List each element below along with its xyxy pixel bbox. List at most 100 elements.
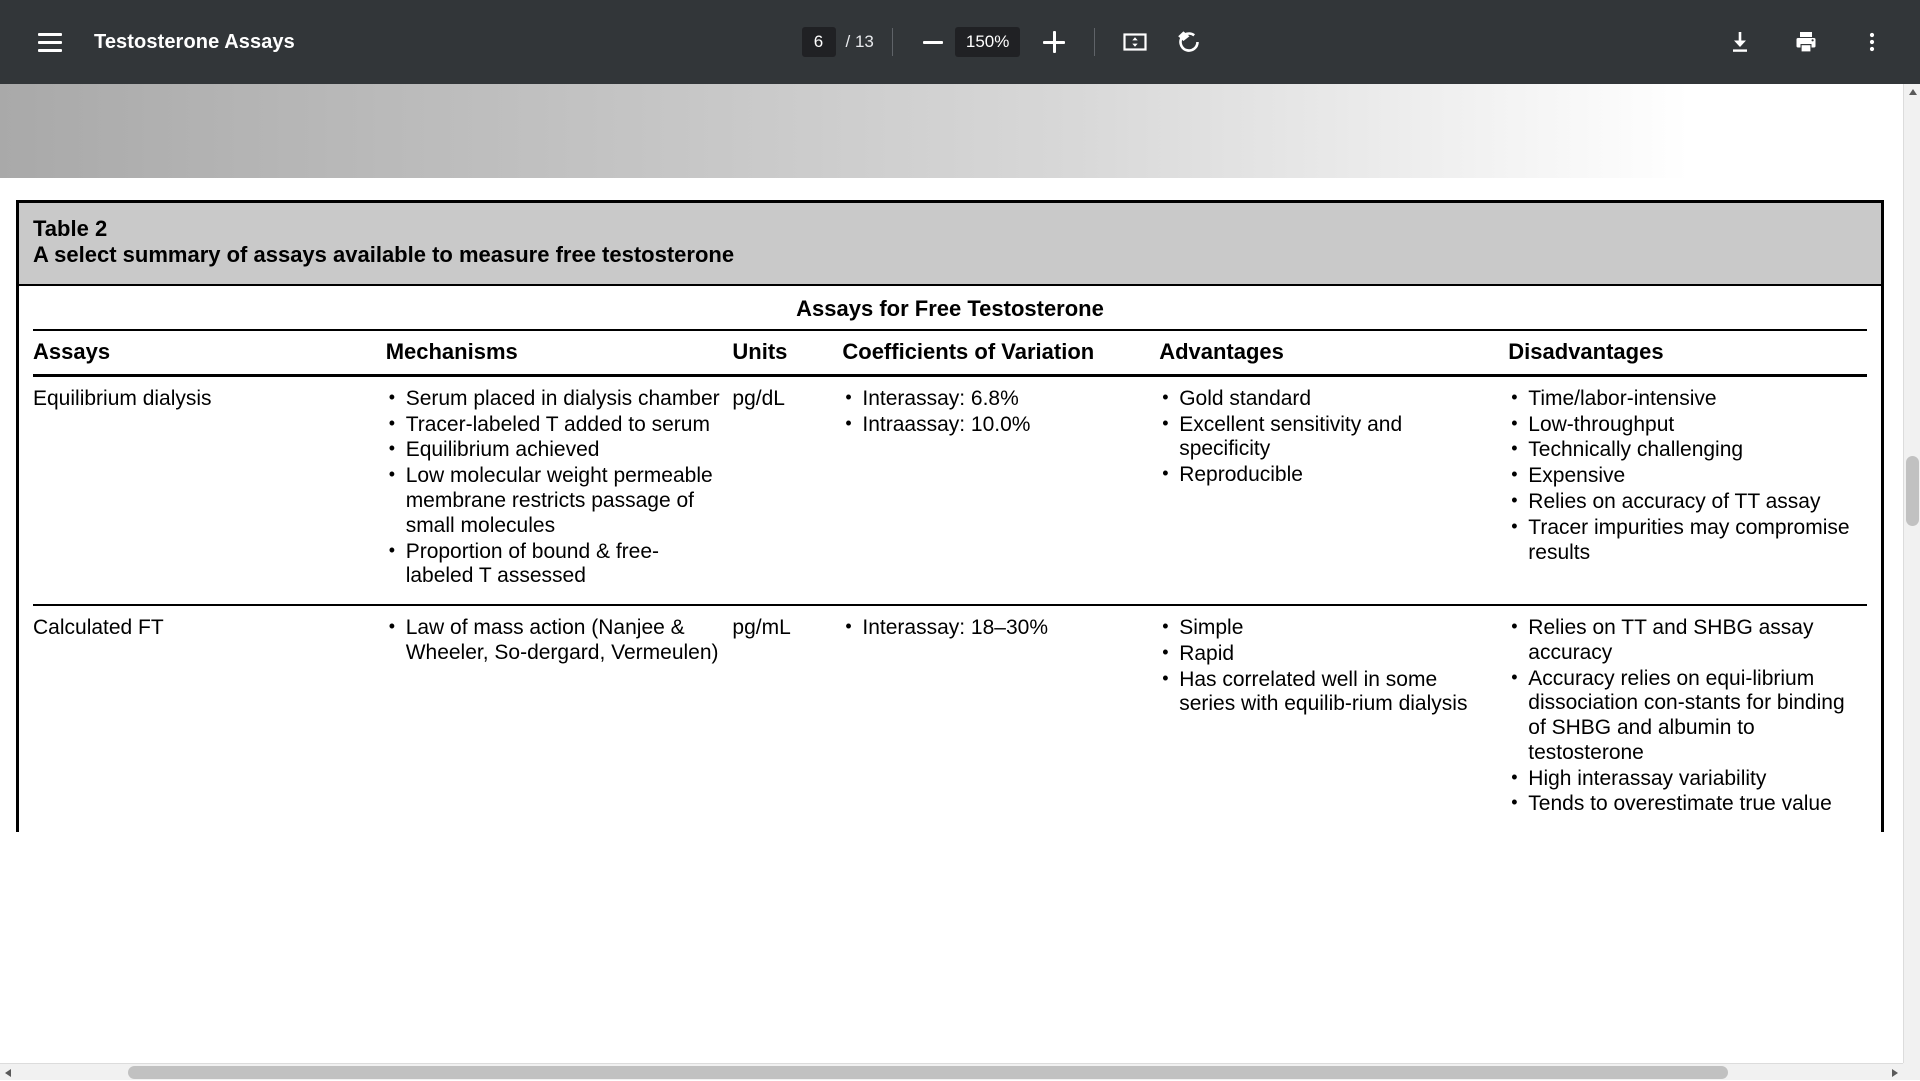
list-item: Gold standard (1179, 387, 1498, 412)
pdf-viewer[interactable]: Table 2 A select summary of assays avail… (0, 84, 1920, 1080)
column-header-disadvantages: Disadvantages (1508, 331, 1867, 376)
column-header-assays: Assays (33, 331, 386, 376)
column-header-units: Units (732, 331, 842, 376)
list-item: Low molecular weight permeable membrane … (406, 464, 723, 538)
pdf-toolbar: Testosterone Assays / 13 150% (0, 0, 1920, 84)
list-item: Time/labor-intensive (1528, 387, 1857, 412)
table-label: Table 2 (33, 216, 1867, 242)
table-row: Calculated FT Law of mass action (Nanjee… (33, 605, 1867, 832)
column-header-advantages: Advantages (1159, 331, 1508, 376)
list-item: Accuracy relies on equi-librium dissocia… (1528, 667, 1857, 766)
cell-assay: Equilibrium dialysis (33, 375, 386, 605)
page-gap (0, 178, 1920, 184)
cell-units: pg/dL (732, 375, 842, 605)
cell-cv: Interassay: 18–30% (842, 605, 1159, 832)
fit-to-page-button[interactable] (1113, 20, 1157, 64)
list-item: Excellent sensitivity and specificity (1179, 413, 1498, 463)
toolbar-right-group (1718, 20, 1920, 64)
list-item: Intraassay: 10.0% (862, 413, 1149, 438)
cv-list: Interassay: 18–30% (842, 616, 1149, 641)
page-top-gradient-band (0, 84, 1920, 178)
cell-cv: Interassay: 6.8% Intraassay: 10.0% (842, 375, 1159, 605)
list-item: Reproducible (1179, 463, 1498, 488)
mechanisms-list: Serum placed in dialysis chamber Tracer-… (386, 387, 723, 589)
list-item: Low-throughput (1528, 413, 1857, 438)
toolbar-divider-2 (1094, 28, 1095, 56)
list-item: Serum placed in dialysis chamber (406, 387, 723, 412)
assay-name: Calculated FT (33, 616, 164, 639)
cell-units: pg/mL (732, 605, 842, 832)
zoom-level-display[interactable]: 150% (955, 27, 1020, 57)
rotate-counterclockwise-button[interactable] (1167, 20, 1211, 64)
column-header-mechanisms: Mechanisms (386, 331, 733, 376)
cell-assay: Calculated FT (33, 605, 386, 832)
print-icon (1793, 29, 1819, 55)
advantages-list: Simple Rapid Has correlated well in some… (1159, 616, 1498, 717)
disadvantages-list: Time/labor-intensive Low-throughput Tech… (1508, 387, 1857, 565)
cell-disadvantages: Relies on TT and SHBG assay accuracy Acc… (1508, 605, 1867, 832)
rotate-counterclockwise-icon (1176, 29, 1202, 55)
table-caption: A select summary of assays available to … (33, 242, 1867, 268)
scroll-left-arrow-icon[interactable] (0, 1064, 17, 1081)
minus-icon (923, 41, 943, 44)
cell-mechanisms: Serum placed in dialysis chamber Tracer-… (386, 375, 733, 605)
scroll-right-arrow-icon[interactable] (1886, 1064, 1903, 1081)
zoom-out-button[interactable] (911, 20, 955, 64)
download-button[interactable] (1718, 20, 1762, 64)
vertical-scrollbar[interactable] (1903, 84, 1920, 1080)
list-item: Relies on accuracy of TT assay (1528, 490, 1857, 515)
units-value: pg/mL (732, 616, 790, 639)
mechanisms-list: Law of mass action (Nanjee & Wheeler, So… (386, 616, 723, 666)
list-item: Law of mass action (Nanjee & Wheeler, So… (406, 616, 723, 666)
fit-to-page-icon (1122, 29, 1148, 55)
plus-icon (1043, 31, 1065, 53)
list-item: Relies on TT and SHBG assay accuracy (1528, 616, 1857, 666)
list-item: Simple (1179, 616, 1498, 641)
cell-advantages: Simple Rapid Has correlated well in some… (1159, 605, 1508, 832)
page-number-input[interactable] (802, 27, 836, 57)
table-2-container: Table 2 A select summary of assays avail… (16, 200, 1884, 832)
cv-list: Interassay: 6.8% Intraassay: 10.0% (842, 387, 1149, 438)
assays-table: Assays Mechanisms Units Coefficients of … (33, 331, 1867, 832)
scrollbar-corner (1903, 1063, 1920, 1080)
units-value: pg/dL (732, 387, 785, 410)
horizontal-scrollbar[interactable] (0, 1063, 1903, 1080)
toolbar-center-group: / 13 150% (295, 20, 1718, 64)
list-item: Equilibrium achieved (406, 438, 723, 463)
hamburger-glyph (38, 33, 62, 52)
print-button[interactable] (1784, 20, 1828, 64)
cell-advantages: Gold standard Excellent sensitivity and … (1159, 375, 1508, 605)
more-options-button[interactable] (1850, 20, 1894, 64)
table-caption-block: Table 2 A select summary of assays avail… (19, 203, 1881, 286)
column-header-cv: Coefficients of Variation (842, 331, 1159, 376)
advantages-list: Gold standard Excellent sensitivity and … (1159, 387, 1498, 488)
list-item: Proportion of bound & free-labeled T ass… (406, 540, 723, 590)
table-span-header: Assays for Free Testosterone (33, 286, 1867, 331)
zoom-in-button[interactable] (1032, 20, 1076, 64)
pdf-page-content: Table 2 A select summary of assays avail… (16, 200, 1884, 832)
scroll-up-arrow-icon[interactable] (1904, 84, 1920, 101)
page-title: Testosterone Assays (94, 31, 295, 54)
list-item: Expensive (1528, 464, 1857, 489)
vertical-scrollbar-thumb[interactable] (1906, 456, 1919, 526)
page-total-label: / 13 (846, 32, 874, 52)
more-options-icon (1859, 29, 1885, 55)
disadvantages-list: Relies on TT and SHBG assay accuracy Acc… (1508, 616, 1857, 817)
table-header-row: Assays Mechanisms Units Coefficients of … (33, 331, 1867, 376)
toolbar-divider-1 (892, 28, 893, 56)
list-item: Technically challenging (1528, 438, 1857, 463)
list-item: Tracer impurities may compromise results (1528, 516, 1857, 566)
hamburger-menu-icon[interactable] (28, 20, 72, 64)
horizontal-scrollbar-thumb[interactable] (128, 1066, 1728, 1079)
cell-mechanisms: Law of mass action (Nanjee & Wheeler, So… (386, 605, 733, 832)
list-item: Interassay: 18–30% (862, 616, 1149, 641)
list-item: High interassay variability (1528, 767, 1857, 792)
table-body-area: Assays for Free Testosterone Assays Mech… (19, 286, 1881, 832)
list-item: Has correlated well in some series with … (1179, 668, 1498, 718)
list-item: Rapid (1179, 642, 1498, 667)
toolbar-left-group: Testosterone Assays (0, 20, 295, 64)
list-item: Tends to overestimate true value (1528, 792, 1857, 817)
table-row: Equilibrium dialysis Serum placed in dia… (33, 375, 1867, 605)
cell-disadvantages: Time/labor-intensive Low-throughput Tech… (1508, 375, 1867, 605)
download-icon (1727, 29, 1753, 55)
